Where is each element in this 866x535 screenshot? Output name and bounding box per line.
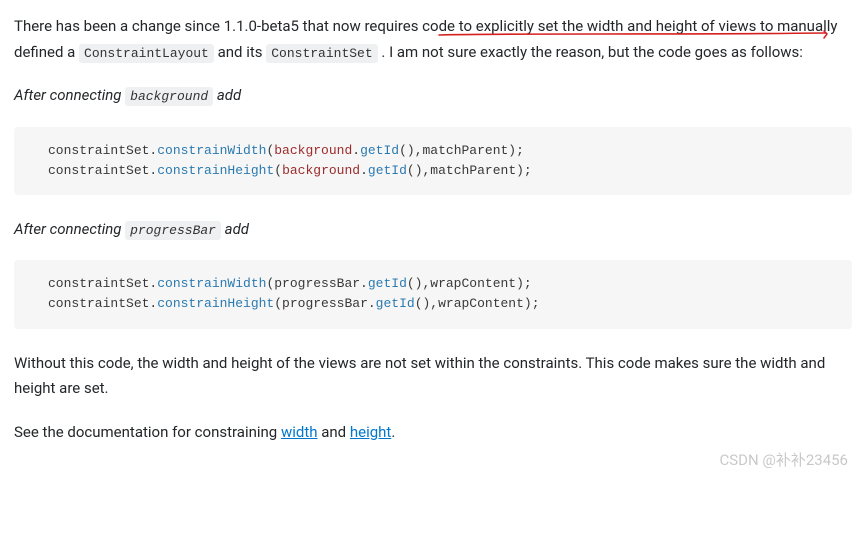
width-link[interactable]: width bbox=[281, 423, 318, 441]
code-token: constrainHeight bbox=[157, 296, 274, 311]
code-token: . bbox=[352, 143, 360, 158]
code-token: getId bbox=[376, 296, 415, 311]
text: . bbox=[391, 423, 395, 441]
code-token: getId bbox=[368, 276, 407, 291]
explanation-paragraph: Without this code, the width and height … bbox=[14, 351, 852, 402]
code-token: background bbox=[274, 143, 352, 158]
text: See the documentation for constraining bbox=[14, 423, 281, 441]
text: add bbox=[217, 86, 241, 104]
inline-code-background: background bbox=[125, 87, 213, 106]
text: add bbox=[225, 220, 249, 238]
answer-body: There has been a change since 1.1.0-beta… bbox=[0, 0, 866, 483]
code-token: . bbox=[360, 163, 368, 178]
intro-paragraph: There has been a change since 1.1.0-beta… bbox=[14, 14, 852, 65]
code-token: (progressBar. bbox=[266, 276, 367, 291]
code-token: constraintSet. bbox=[48, 276, 157, 291]
code-token: background bbox=[282, 163, 360, 178]
code-token: constrainWidth bbox=[157, 143, 266, 158]
code-block-background[interactable]: constraintSet.constrainWidth(background.… bbox=[14, 127, 852, 195]
code-token: constraintSet. bbox=[48, 163, 157, 178]
after-progressbar-label: After connecting progressBar add bbox=[14, 217, 852, 243]
code-token: (),matchParent); bbox=[407, 163, 532, 178]
code-token: (),matchParent); bbox=[399, 143, 524, 158]
text: and bbox=[318, 423, 350, 441]
text: After connecting bbox=[14, 220, 125, 238]
height-link[interactable]: height bbox=[350, 423, 391, 441]
after-background-label: After connecting background add bbox=[14, 83, 852, 109]
text: and its bbox=[218, 43, 267, 61]
code-token: constraintSet. bbox=[48, 143, 157, 158]
inline-code-constraintset: ConstraintSet bbox=[266, 44, 377, 63]
code-token: getId bbox=[360, 143, 399, 158]
code-token: ( bbox=[274, 163, 282, 178]
code-block-progressbar[interactable]: constraintSet.constrainWidth(progressBar… bbox=[14, 260, 852, 328]
code-token: getId bbox=[368, 163, 407, 178]
inline-code-progressbar: progressBar bbox=[125, 221, 221, 240]
text: After connecting bbox=[14, 86, 125, 104]
inline-code-constraintlayout: ConstraintLayout bbox=[79, 44, 214, 63]
text: . I am not sure exactly the reason, but … bbox=[381, 43, 803, 61]
code-token: (),wrapContent); bbox=[415, 296, 540, 311]
documentation-paragraph: See the documentation for constraining w… bbox=[14, 420, 852, 446]
code-token: constraintSet. bbox=[48, 296, 157, 311]
watermark: CSDN @补补23456 bbox=[719, 448, 848, 474]
code-token: constrainHeight bbox=[157, 163, 274, 178]
code-token: (progressBar. bbox=[274, 296, 375, 311]
code-token: constrainWidth bbox=[157, 276, 266, 291]
code-token: (),wrapContent); bbox=[407, 276, 532, 291]
